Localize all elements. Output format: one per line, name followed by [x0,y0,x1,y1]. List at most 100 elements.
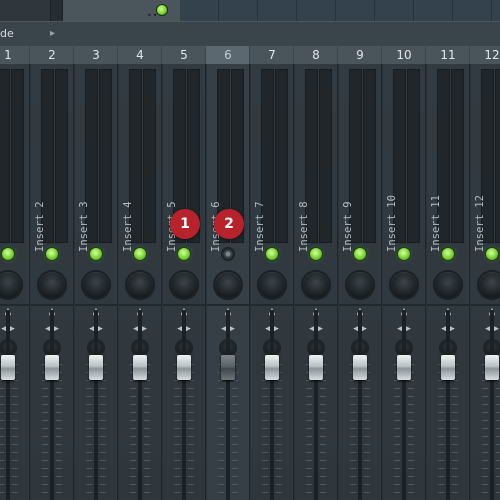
channel-number-9[interactable]: 9 [338,46,382,64]
annotation-badge-2: 2 [214,209,244,239]
mixer-track-9[interactable]: Insert 9▲▼◀▶ [338,64,382,500]
fader-track [50,310,54,500]
pan-knob[interactable] [347,272,373,298]
pan-knob[interactable] [435,272,461,298]
volume-fader[interactable] [265,355,279,380]
insert-name-label[interactable]: Insert 11 [430,192,446,252]
peak-meter-right [275,69,288,243]
fader-scale-right [276,364,282,500]
track-enable-led-icon[interactable] [442,248,454,260]
fader-scale-right [408,364,414,500]
volume-fader[interactable] [221,355,235,380]
channel-number-5[interactable]: 5 [162,46,206,64]
fader-scale-left [130,364,136,500]
pan-knob[interactable] [479,272,500,298]
top-toolbar: ••• [0,0,500,21]
track-enable-led-icon[interactable] [486,248,498,260]
mixer-track-7[interactable]: Insert 7▲▼◀▶ [250,64,294,500]
peak-meter-right [143,69,156,243]
insert-name-label[interactable]: Insert 1 [0,192,6,252]
peak-meter-right [495,69,500,243]
mixer-track-10[interactable]: Insert 10▲▼◀▶ [382,64,426,500]
track-enable-led-icon[interactable] [354,248,366,260]
channel-number-6[interactable]: 6 [206,46,250,64]
mixer-mode-bar: de ▸ [0,21,500,48]
volume-fader[interactable] [177,355,191,380]
volume-fader[interactable] [485,355,499,380]
volume-fader[interactable] [1,355,15,380]
pan-knob[interactable] [391,272,417,298]
volume-fader[interactable] [353,355,367,380]
volume-fader[interactable] [133,355,147,380]
fader-scale-left [0,364,4,500]
active-led-icon[interactable] [157,5,167,15]
fader-track [490,310,494,500]
channel-number-1[interactable]: 1 [0,46,30,64]
mixer-track-8[interactable]: Insert 8▲▼◀▶ [294,64,338,500]
channel-number-8[interactable]: 8 [294,46,338,64]
track-enable-led-icon[interactable] [222,248,234,260]
fader-scale-right [188,364,194,500]
volume-fader[interactable] [397,355,411,380]
fader-scale-left [482,364,488,500]
fader-scale-right [12,364,18,500]
arrow-right-icon[interactable]: ▸ [50,28,55,39]
pan-knob[interactable] [127,272,153,298]
insert-name-label[interactable]: Insert 4 [122,192,138,252]
track-enable-led-icon[interactable] [46,248,58,260]
track-enable-led-icon[interactable] [90,248,102,260]
mixer-track-4[interactable]: Insert 4▲▼◀▶ [118,64,162,500]
fader-scale-left [218,364,224,500]
insert-name-label[interactable]: Insert 9 [342,192,358,252]
channel-number-11[interactable]: 11 [426,46,470,64]
volume-fader[interactable] [441,355,455,380]
annotation-badge-1: 1 [170,209,200,239]
mixer-track-5[interactable]: Insert 5▲▼◀▶ [162,64,206,500]
channel-number-4[interactable]: 4 [118,46,162,64]
track-enable-led-icon[interactable] [266,248,278,260]
fader-track [226,310,230,500]
fader-scale-left [350,364,356,500]
track-enable-led-icon[interactable] [2,248,14,260]
insert-name-label[interactable]: Insert 2 [34,192,50,252]
pan-knob[interactable] [215,272,241,298]
mixer-track-6[interactable]: Insert 6▲▼◀▶ [206,64,250,500]
track-enable-led-icon[interactable] [398,248,410,260]
channel-number-2[interactable]: 2 [30,46,74,64]
mixer-track-12[interactable]: Insert 12▲▼◀▶ [470,64,500,500]
track-enable-led-icon[interactable] [310,248,322,260]
track-enable-led-icon[interactable] [134,248,146,260]
track-enable-led-icon[interactable] [178,248,190,260]
pan-knob[interactable] [259,272,285,298]
fader-track [402,310,406,500]
mixer-track-11[interactable]: Insert 11▲▼◀▶ [426,64,470,500]
insert-name-label[interactable]: Insert 8 [298,192,314,252]
toolbar-panel [0,0,51,21]
insert-name-label[interactable]: Insert 10 [386,192,402,252]
fader-scale-right [452,364,458,500]
channel-number-bar: 1 2 3 4 5 6 7 8 9 10 11 12 [0,46,500,64]
volume-fader[interactable] [309,355,323,380]
channel-number-3[interactable]: 3 [74,46,118,64]
mode-label[interactable]: de [0,27,14,40]
pan-knob[interactable] [83,272,109,298]
pan-knob[interactable] [303,272,329,298]
channel-number-10[interactable]: 10 [382,46,426,64]
peak-meter-right [407,69,420,243]
mixer-track-1[interactable]: Insert 1▲▼◀▶ [0,64,30,500]
fader-scale-left [174,364,180,500]
channel-number-7[interactable]: 7 [250,46,294,64]
volume-fader[interactable] [89,355,103,380]
mixer-track-2[interactable]: Insert 2▲▼◀▶ [30,64,74,500]
mixer-track-3[interactable]: Insert 3▲▼◀▶ [74,64,118,500]
pan-knob[interactable] [39,272,65,298]
insert-name-label[interactable]: Insert 12 [474,192,490,252]
peak-meter-right [451,69,464,243]
volume-fader[interactable] [45,355,59,380]
channel-number-12[interactable]: 12 [470,46,500,64]
fader-scale-right [56,364,62,500]
insert-name-label[interactable]: Insert 7 [254,192,270,252]
pan-knob[interactable] [171,272,197,298]
insert-name-label[interactable]: Insert 3 [78,192,94,252]
fader-track [446,310,450,500]
